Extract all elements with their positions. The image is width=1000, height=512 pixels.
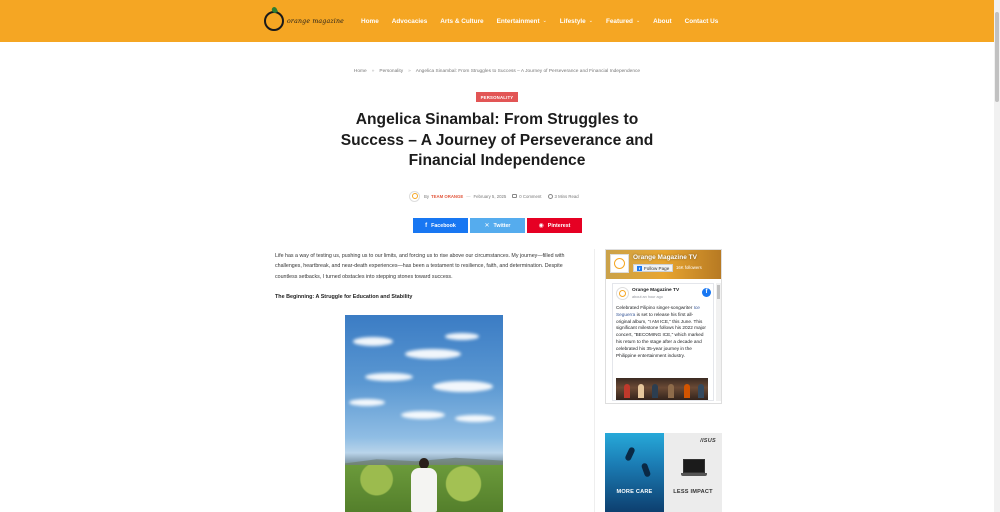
breadcrumb-separator-icon: » xyxy=(408,69,411,74)
article-body: Life has a way of testing us, pushing us… xyxy=(275,251,575,282)
ad-left-text: MORE CARE xyxy=(616,489,653,495)
fb-feed-scrollbar[interactable] xyxy=(716,283,721,401)
byline-prefix: By xyxy=(424,193,430,199)
ad-brand-logo: /ISUS xyxy=(700,438,716,444)
ad-right-text: LESS IMPACT xyxy=(673,489,713,495)
meta-separator: — xyxy=(466,193,471,199)
fb-page-avatar[interactable] xyxy=(610,254,629,273)
fb-post-text-part: Celebrated Filipino singer-songwriter xyxy=(616,305,694,310)
x-twitter-icon: ✕ xyxy=(484,223,490,229)
nav-item-entertainment[interactable]: Entertainment ⌄ xyxy=(497,18,547,25)
facebook-icon: f xyxy=(425,222,428,229)
breadcrumb-separator-icon: » xyxy=(371,69,375,74)
author-avatar[interactable] xyxy=(409,190,420,202)
logo-text: orange magazine xyxy=(287,17,345,25)
page: orange magazine Home Advocacies Arts & C… xyxy=(0,0,1000,512)
sidebar-divider xyxy=(594,249,595,512)
share-pinterest-label: Pinterest xyxy=(547,222,571,229)
share-pinterest-button[interactable]: ◉ Pinterest xyxy=(527,218,582,233)
author-name[interactable]: TEAM ORANGE xyxy=(431,194,463,199)
comment-icon xyxy=(512,194,518,198)
article-title: Angelica Sinambal: From Struggles to Suc… xyxy=(340,111,654,169)
fb-feed: Orange Magazine TV about an hour ago f C… xyxy=(612,283,714,401)
nav-item-advocacies[interactable]: Advocacies xyxy=(392,18,428,25)
publish-date: February 5, 2025 xyxy=(473,193,507,199)
share-bar: f Facebook ✕ Twitter ◉ Pinterest xyxy=(413,218,582,233)
site-logo[interactable]: orange magazine xyxy=(264,8,344,34)
chevron-down-icon: ⌄ xyxy=(635,18,641,24)
nav-item-home[interactable]: Home xyxy=(361,18,379,25)
nav-label: Contact Us xyxy=(684,17,719,25)
read-time: 3 Mins Read xyxy=(554,193,579,199)
laptop-image xyxy=(681,459,707,479)
facebook-icon: f xyxy=(637,265,642,271)
nav-label: About xyxy=(653,17,672,25)
nav-label: Lifestyle xyxy=(559,17,586,25)
fb-post-text-part: is set to release his first all-original… xyxy=(616,311,706,358)
nav-item-featured[interactable]: Featured ⌄ xyxy=(606,18,640,25)
chevron-down-icon: ⌄ xyxy=(542,18,547,24)
pinterest-icon: ◉ xyxy=(538,223,544,229)
nav-label: Advocacies xyxy=(391,17,428,25)
breadcrumb-current: Angelica Sinambal: From Struggles to Suc… xyxy=(415,69,641,74)
share-facebook-label: Facebook xyxy=(431,222,456,229)
category-badge[interactable]: PERSONALITY xyxy=(476,92,518,102)
sidebar-ad[interactable]: /ISUS MORE CARE LESS IMPACT xyxy=(605,433,722,512)
share-twitter-button[interactable]: ✕ Twitter xyxy=(470,218,525,233)
fb-post-author[interactable]: Orange Magazine TV xyxy=(632,288,679,293)
fb-post-header: Orange Magazine TV about an hour ago f xyxy=(616,287,712,301)
fb-post-image[interactable] xyxy=(616,378,708,400)
section-heading: The Beginning: A Struggle for Education … xyxy=(275,294,413,300)
person-figure xyxy=(407,458,441,512)
fb-post-avatar[interactable] xyxy=(616,287,629,300)
share-twitter-label: Twitter xyxy=(493,222,511,229)
facebook-logo-icon: f xyxy=(702,288,711,297)
nav-item-lifestyle[interactable]: Lifestyle ⌄ xyxy=(560,18,593,25)
breadcrumb: Home » Personality » Angelica Sinambal: From… xyxy=(0,69,994,74)
orange-logo-icon xyxy=(264,11,284,31)
nav-item-about[interactable]: About xyxy=(653,18,671,25)
nav-label: Home xyxy=(361,17,379,25)
main-nav: Home Advocacies Arts & Culture Entertain… xyxy=(361,0,731,42)
fb-follow-label: Follow Page xyxy=(644,265,670,271)
fb-cover[interactable]: Orange Magazine TV f Follow Page 16K foll… xyxy=(606,250,721,279)
nav-label: Entertainment xyxy=(496,17,540,25)
fb-followers-count: 16K followers xyxy=(676,265,702,270)
fb-post-text: Celebrated Filipino singer-songwriter Ic… xyxy=(616,305,708,359)
nav-item-contact-us[interactable]: Contact Us xyxy=(685,18,719,25)
comment-count[interactable]: 0 Comment xyxy=(519,194,541,199)
nav-item-arts-culture[interactable]: Arts & Culture xyxy=(440,18,483,25)
fb-post-time[interactable]: about an hour ago xyxy=(632,295,663,299)
nav-label: Featured xyxy=(605,17,633,25)
share-facebook-button[interactable]: f Facebook xyxy=(413,218,468,233)
facebook-page-widget: Orange Magazine TV f Follow Page 16K foll… xyxy=(605,249,722,404)
page-scrollbar[interactable] xyxy=(994,0,1000,512)
article-intro-paragraph: Life has a way of testing us, pushing us… xyxy=(275,253,565,280)
nav-label: Arts & Culture xyxy=(440,17,484,25)
fb-follow-button[interactable]: f Follow Page xyxy=(633,264,674,272)
breadcrumb-home[interactable]: Home xyxy=(354,69,367,74)
article-photo xyxy=(345,315,503,512)
breadcrumb-category[interactable]: Personality xyxy=(379,69,403,74)
fb-page-name[interactable]: Orange Magazine TV xyxy=(633,254,697,261)
ad-underwater-image xyxy=(605,433,664,512)
chevron-down-icon: ⌄ xyxy=(588,18,593,24)
clock-icon xyxy=(547,193,553,199)
article-meta: By TEAM ORANGE — February 5, 2025 0 Comm… xyxy=(409,190,579,202)
ad-product-panel: /ISUS xyxy=(664,433,722,512)
scrollbar-thumb[interactable] xyxy=(717,285,720,299)
scrollbar-thumb[interactable] xyxy=(995,12,999,102)
site-header: orange magazine Home Advocacies Arts & C… xyxy=(0,0,994,42)
